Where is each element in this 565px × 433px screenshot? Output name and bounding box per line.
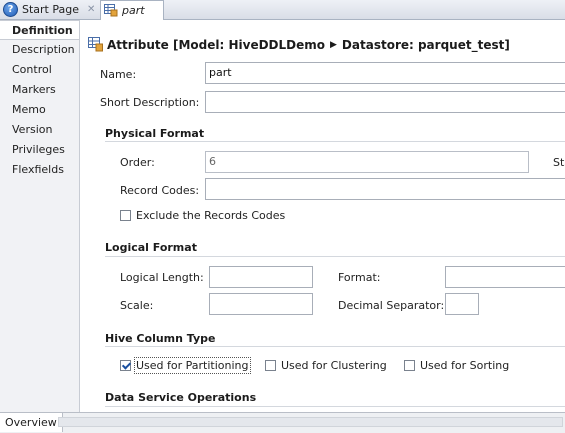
used-for-sorting-checkbox[interactable]: Used for Sorting (404, 359, 509, 372)
divider (105, 256, 565, 257)
breadcrumb-arrow-icon: ▶ (330, 39, 337, 50)
help-icon: ? (3, 2, 18, 17)
scale-field[interactable] (209, 293, 313, 315)
physical-format-title: Physical Format (105, 127, 205, 140)
hive-column-type-title: Hive Column Type (105, 332, 216, 345)
used-for-clustering-label: Used for Clustering (281, 359, 387, 372)
used-for-sorting-label: Used for Sorting (420, 359, 510, 372)
logical-length-label: Logical Length: (120, 271, 204, 284)
decimal-separator-label: Decimal Separator: (338, 299, 445, 312)
sidebar-item-description[interactable]: Description (0, 40, 79, 60)
exclude-records-codes-checkbox[interactable]: Exclude the Records Codes (120, 209, 285, 222)
logical-length-field[interactable] (209, 266, 313, 288)
sidebar-nav: Definition Description Control Markers M… (0, 20, 80, 412)
scale-label: Scale: (120, 299, 154, 312)
short-description-field[interactable] (205, 91, 565, 113)
tab-part[interactable]: part (100, 0, 164, 20)
page-title-prefix: Attribute [Model: HiveDDLDemo (107, 37, 325, 52)
used-for-partitioning-checkbox[interactable]: Used for Partitioning (120, 357, 251, 374)
divider (105, 141, 565, 142)
used-for-partitioning-label: Used for Partitioning (134, 357, 251, 374)
sidebar-item-markers[interactable]: Markers (0, 80, 79, 100)
record-codes-field[interactable] (205, 178, 565, 200)
tab-overview[interactable]: Overview (0, 413, 63, 432)
name-field[interactable]: part (205, 62, 565, 84)
tab-start-page[interactable]: ? Start Page ✕ (0, 0, 97, 19)
page-title: Attribute [Model: HiveDDLDemo ▶ Datastor… (88, 37, 510, 52)
sidebar-item-control[interactable]: Control (0, 60, 79, 80)
checkbox-box[interactable] (120, 210, 131, 221)
decimal-separator-field[interactable] (445, 293, 479, 315)
close-icon[interactable]: ✕ (87, 4, 95, 15)
editor-tab-strip: ? Start Page ✕ part (0, 0, 565, 20)
sidebar-item-flexfields[interactable]: Flexfields (0, 160, 79, 180)
checkbox-box[interactable] (120, 360, 131, 371)
tab-start-page-label: Start Page (22, 3, 79, 16)
order-field[interactable]: 6 (205, 151, 529, 173)
attribute-icon (88, 37, 103, 52)
format-label: Format: (338, 271, 381, 284)
record-codes-label: Record Codes: (120, 184, 200, 197)
order-label: Order: (120, 156, 155, 169)
attribute-icon (104, 4, 118, 17)
name-label: Name: (100, 68, 137, 81)
sidebar-item-memo[interactable]: Memo (0, 100, 79, 120)
data-service-operations-title: Data Service Operations (105, 391, 257, 404)
bottom-tab-strip: Overview (0, 412, 565, 433)
used-for-clustering-checkbox[interactable]: Used for Clustering (265, 359, 387, 372)
horizontal-scrollbar[interactable] (58, 417, 563, 427)
divider (105, 346, 565, 347)
page-title-suffix: Datastore: parquet_test] (341, 37, 510, 52)
definition-panel: Attribute [Model: HiveDDLDemo ▶ Datastor… (80, 20, 565, 412)
logical-format-title: Logical Format (105, 241, 197, 254)
checkbox-box[interactable] (265, 360, 276, 371)
format-field[interactable] (445, 266, 565, 288)
short-description-label: Short Description: (100, 96, 200, 109)
tab-part-label: part (122, 4, 145, 17)
exclude-records-codes-label: Exclude the Records Codes (136, 209, 286, 222)
sidebar-item-definition[interactable]: Definition (0, 20, 79, 40)
truncated-label: Sta (553, 156, 565, 169)
sidebar-item-privileges[interactable]: Privileges (0, 140, 79, 160)
sidebar-item-version[interactable]: Version (0, 120, 79, 140)
divider (105, 406, 565, 407)
checkbox-box[interactable] (404, 360, 415, 371)
